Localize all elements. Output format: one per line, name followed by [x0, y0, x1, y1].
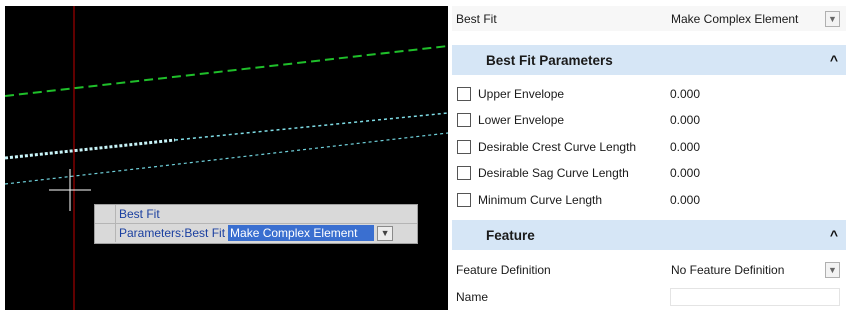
best-fit-label: Best Fit [456, 11, 497, 26]
section-best-fit-parameters[interactable]: Best Fit Parameters ^ [452, 45, 846, 75]
name-label: Name [456, 289, 489, 304]
checkbox[interactable] [457, 86, 471, 101]
feature-definition-value[interactable]: No Feature Definition [671, 263, 784, 277]
cyan-dotted-line[interactable] [5, 138, 176, 160]
feature-definition-label: Feature Definition [456, 262, 551, 277]
param-label: Desirable Sag Curve Length [478, 165, 629, 180]
param-row: Minimum Curve Length 0.000 [452, 187, 846, 212]
cyan-dotted-line-2[interactable] [174, 112, 448, 141]
chevron-down-icon[interactable]: ▼ [377, 225, 394, 241]
prompt-param-label: Parameters:Best Fit [119, 226, 226, 240]
prompt-param-select[interactable]: Make Complex Element [228, 225, 375, 241]
cyan-dotted-line-lower[interactable] [5, 132, 448, 185]
param-label: Upper Envelope [478, 86, 565, 101]
chevron-down-icon[interactable]: ▼ [825, 261, 840, 278]
name-field[interactable] [670, 287, 840, 306]
param-label: Desirable Crest Curve Length [478, 139, 637, 154]
checkbox[interactable] [457, 112, 471, 127]
profile-drawing [5, 6, 448, 310]
prompt-title: Best Fit [119, 207, 160, 221]
checkbox[interactable] [457, 139, 471, 154]
param-row: Desirable Crest Curve Length 0.000 [452, 134, 846, 159]
param-value[interactable]: 0.000 [670, 140, 700, 154]
green-dashed-line[interactable] [5, 45, 448, 97]
graphics-view[interactable]: Best Fit Parameters:Best Fit Make Comple… [5, 6, 448, 310]
prompt-grip[interactable] [95, 205, 116, 223]
name-row: Name [452, 284, 846, 309]
best-fit-value[interactable]: Make Complex Element [671, 12, 798, 26]
caret-up-icon[interactable]: ^ [830, 52, 838, 68]
checkbox[interactable] [457, 192, 471, 207]
caret-up-icon[interactable]: ^ [830, 227, 838, 243]
prompt-grip-2[interactable] [95, 224, 116, 242]
section-title: Feature [486, 227, 535, 243]
properties-panel: Best Fit Make Complex Element ▼ Best Fit… [452, 6, 846, 310]
section-feature[interactable]: Feature ^ [452, 220, 846, 250]
param-row: Upper Envelope 0.000 [452, 81, 846, 106]
param-row: Lower Envelope 0.000 [452, 107, 846, 132]
feature-definition-row: Feature Definition No Feature Definition… [452, 257, 846, 282]
section-title: Best Fit Parameters [486, 52, 613, 68]
param-label: Lower Envelope [478, 112, 565, 127]
param-row: Desirable Sag Curve Length 0.000 [452, 160, 846, 185]
param-value[interactable]: 0.000 [670, 193, 700, 207]
chevron-down-icon[interactable]: ▼ [825, 10, 840, 27]
param-value[interactable]: 0.000 [670, 113, 700, 127]
param-label: Minimum Curve Length [478, 192, 603, 207]
param-value[interactable]: 0.000 [670, 166, 700, 180]
param-value[interactable]: 0.000 [670, 87, 700, 101]
tool-prompt: Best Fit Parameters:Best Fit Make Comple… [94, 204, 418, 244]
checkbox[interactable] [457, 165, 471, 180]
best-fit-row: Best Fit Make Complex Element ▼ [452, 6, 846, 31]
